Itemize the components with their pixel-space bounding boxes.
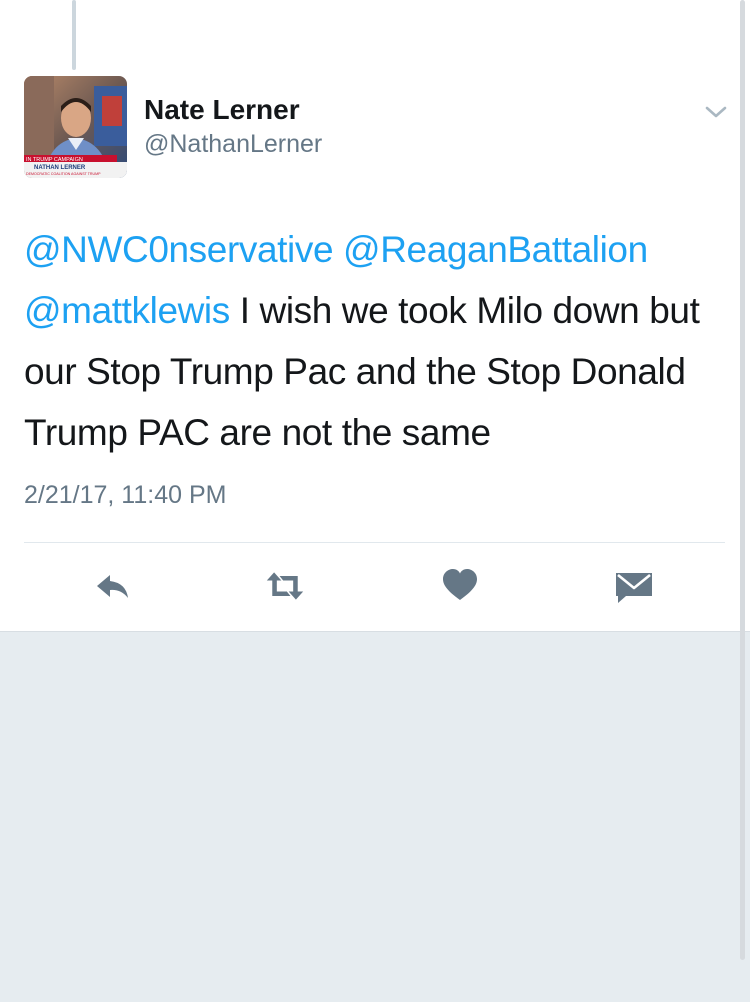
thread-connector-line [72, 0, 76, 70]
reply-button[interactable] [93, 566, 133, 606]
retweet-button[interactable] [265, 566, 305, 606]
mention-link[interactable]: @ReaganBattalion [343, 229, 648, 270]
tweet-body-text [333, 229, 343, 270]
tweet-timestamp[interactable]: 2/21/17, 11:40 PM [24, 481, 226, 510]
chyron-sub-text: DEMOCRATIC COALITION AGAINST TRUMP [26, 172, 101, 176]
mention-link[interactable]: @mattklewis [24, 290, 230, 331]
direct-message-button[interactable] [614, 566, 654, 606]
like-button[interactable] [440, 566, 480, 606]
reply-icon [97, 575, 128, 598]
avatar[interactable]: IN TRUMP CAMPAIGN NATHAN LERNER DEMOCRAT… [24, 76, 127, 178]
tweet-text: @NWC0nservative @ReaganBattalion @mattkl… [24, 219, 724, 463]
chevron-down-icon[interactable] [704, 102, 728, 122]
scrollbar[interactable] [740, 0, 745, 960]
mention-link[interactable]: @NWC0nservative [24, 229, 334, 270]
tweet-card: IN TRUMP CAMPAIGN NATHAN LERNER DEMOCRAT… [0, 0, 750, 632]
direct-message-icon [616, 573, 652, 603]
author-name[interactable]: Nate Lerner [144, 94, 300, 126]
author-handle[interactable]: @NathanLerner [144, 129, 322, 159]
like-icon [443, 569, 477, 600]
retweet-icon [266, 572, 304, 600]
divider [24, 542, 725, 543]
chyron-name-text: NATHAN LERNER [34, 165, 86, 171]
avatar-image: IN TRUMP CAMPAIGN NATHAN LERNER DEMOCRAT… [24, 76, 127, 178]
